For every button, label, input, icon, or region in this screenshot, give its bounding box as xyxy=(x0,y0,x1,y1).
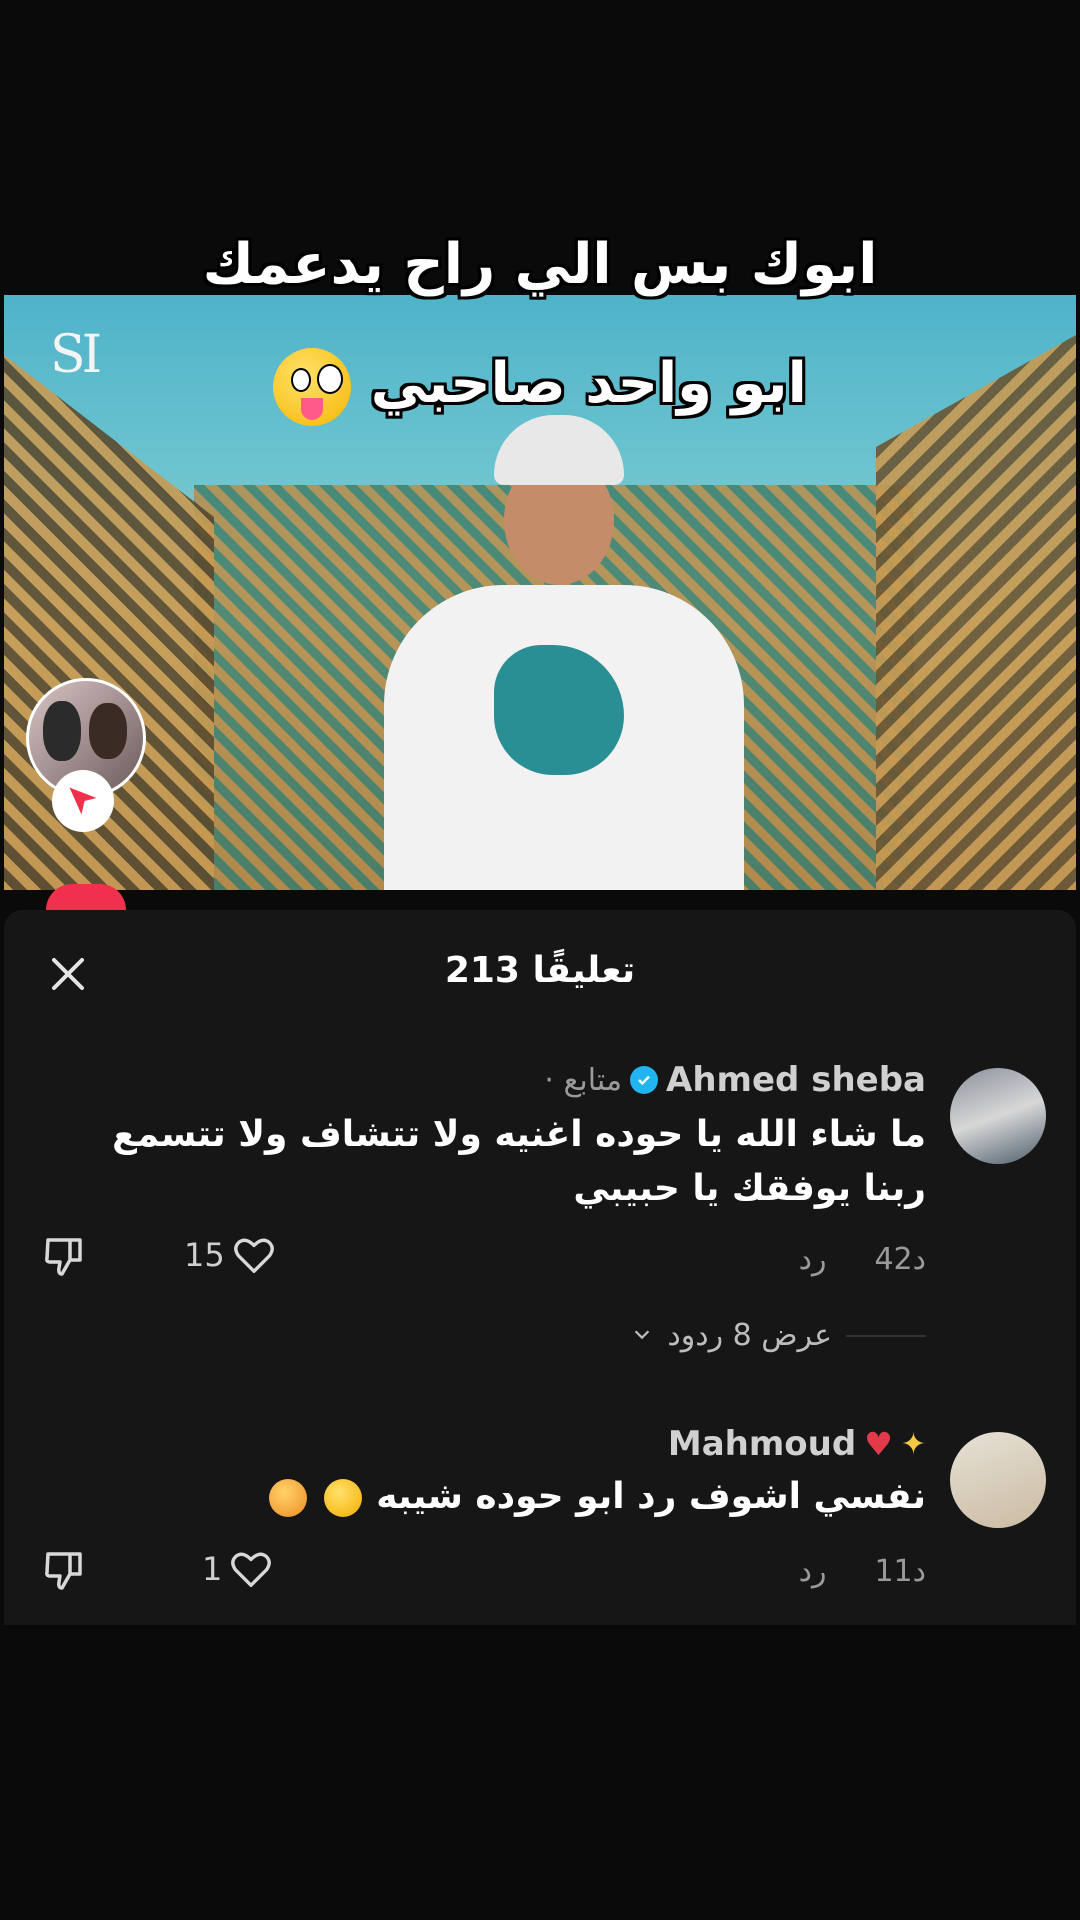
like-heart-icon[interactable] xyxy=(46,884,126,910)
reply-button[interactable]: رد xyxy=(799,1554,827,1589)
comment-text: ما شاء الله يا حوده اغنيه ولا تتشاف ولا … xyxy=(112,1114,926,1209)
zany-face-emoji xyxy=(273,348,352,426)
video-performer xyxy=(344,415,774,890)
verified-icon xyxy=(630,1066,659,1094)
dislike-icon[interactable] xyxy=(40,1232,88,1280)
video-caption-line2: ابو واحد صاحبي xyxy=(0,348,1080,426)
comment-time: 42د xyxy=(874,1242,926,1277)
comment-author[interactable]: Mahmoud xyxy=(668,1424,856,1464)
heart-icon xyxy=(231,1552,272,1587)
reply-button[interactable]: رد xyxy=(799,1242,827,1277)
heart-icon xyxy=(233,1238,274,1273)
comment-avatar[interactable] xyxy=(950,1068,1046,1164)
like-count: 15 xyxy=(184,1236,225,1274)
smiling-hearts-emoji xyxy=(269,1479,308,1517)
heart-emoji: ♥ xyxy=(864,1425,893,1463)
like-count: 1 xyxy=(202,1550,223,1588)
comments-count-title: 213 تعليقًا xyxy=(444,950,636,991)
comment-meta: رد 42د xyxy=(799,1242,926,1277)
comment-avatar[interactable] xyxy=(950,1432,1046,1528)
dislike-icon[interactable] xyxy=(40,1546,88,1594)
view-replies-label: عرض 8 ردود xyxy=(667,1318,832,1353)
like-control[interactable]: 15 xyxy=(184,1232,277,1278)
comments-sheet: 213 تعليقًا · متابع Ahmed sheba ما شاء ا… xyxy=(4,910,1076,1625)
comment-author[interactable]: Ahmed sheba xyxy=(666,1060,926,1100)
comment-text: نفسي اشوف رد ابو حوده شيبه xyxy=(46,1470,926,1524)
comment-meta: رد 11د xyxy=(799,1554,926,1589)
chevron-down-icon xyxy=(631,1318,653,1353)
sparkle-emoji: ✦ xyxy=(900,1426,926,1462)
comment-time: 11د xyxy=(874,1554,926,1589)
comment-author-row: Mahmoud ♥ ✦ xyxy=(668,1424,926,1464)
sweat-smile-emoji xyxy=(323,1479,362,1517)
send-icon[interactable] xyxy=(52,770,114,832)
view-replies-button[interactable]: عرض 8 ردود xyxy=(631,1318,926,1353)
follow-tag: · متابع xyxy=(544,1062,623,1098)
comment-author-row: · متابع Ahmed sheba xyxy=(544,1060,926,1100)
video-caption-line1: ابوك بس الي راح يدعمك xyxy=(202,232,878,297)
like-control[interactable]: 1 xyxy=(202,1546,274,1592)
